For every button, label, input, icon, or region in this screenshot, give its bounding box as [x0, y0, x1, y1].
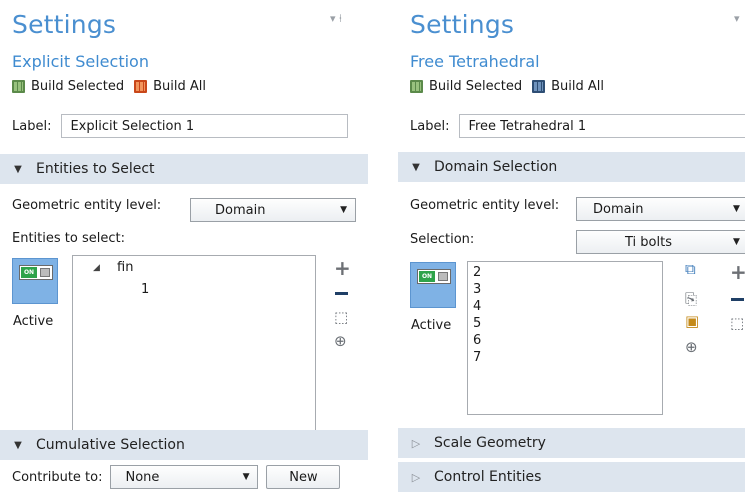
cumulative-selection-block: ▼ Cumulative Selection Contribute to: No… — [0, 430, 368, 492]
active-label: Active — [411, 318, 452, 333]
clear-selection-icon[interactable]: ⬚ — [730, 316, 744, 331]
remove-icon[interactable] — [335, 292, 348, 295]
build-selected-button[interactable]: Build Selected — [410, 79, 522, 94]
panel-title: Settings — [410, 10, 515, 39]
label-input[interactable]: Free Tetrahedral 1 — [459, 114, 745, 138]
build-all-icon — [134, 79, 148, 93]
section-title: Domain Selection — [434, 159, 558, 175]
section-title: Scale Geometry — [434, 435, 546, 451]
build-selected-label: Build Selected — [31, 78, 125, 94]
tree-parent-item[interactable]: fin — [117, 260, 133, 275]
section-entities-to-select[interactable]: ▼ Entities to Select — [0, 154, 368, 184]
geometric-entity-level-caption: Geometric entity level: — [12, 198, 162, 213]
entities-to-select-caption: Entities to select: — [12, 231, 125, 246]
active-toggle-button[interactable]: ON — [12, 258, 58, 304]
tree-child-item[interactable]: 1 — [141, 282, 149, 297]
zoom-to-selection-icon[interactable]: ⊕ — [334, 334, 347, 349]
contribute-caption: Contribute to: — [12, 469, 103, 485]
expand-triangle-icon: ▷ — [411, 470, 421, 484]
label-caption: Label: — [410, 118, 450, 134]
collapse-triangle-icon: ▼ — [14, 163, 22, 175]
selection-tree-list[interactable]: ◢ fin 1 — [72, 255, 316, 437]
section-scale-geometry[interactable]: ▷ Scale Geometry — [398, 428, 745, 458]
expand-triangle-icon[interactable]: ◢ — [93, 263, 100, 273]
select-value: None — [125, 469, 160, 485]
build-selected-button[interactable]: Build Selected — [12, 79, 124, 94]
build-all-button[interactable]: Build All — [532, 79, 604, 94]
settings-panel-explicit-selection: Settings ▾ ⍿ Explicit Selection Build Se… — [0, 0, 368, 492]
build-toolbar: Build Selected Build All — [12, 76, 206, 96]
section-domain-selection[interactable]: ▼ Domain Selection — [398, 152, 745, 182]
settings-panel-free-tetrahedral: Settings ▾ Free Tetrahedral Build Select… — [398, 0, 745, 492]
collapse-triangle-icon: ▼ — [14, 439, 22, 451]
list-item[interactable]: 6 — [473, 333, 481, 348]
clear-selection-icon[interactable]: ⬚ — [334, 310, 348, 325]
chevron-down-icon: ▼ — [733, 204, 740, 214]
section-title: Cumulative Selection — [36, 437, 185, 453]
section-cumulative-selection-bar[interactable]: ▼ Cumulative Selection — [0, 430, 368, 460]
panel-title: Settings — [12, 10, 117, 39]
clipboard-icon[interactable]: ▣ — [685, 314, 699, 329]
geometric-entity-level-caption: Geometric entity level: — [410, 198, 559, 213]
list-item[interactable]: 4 — [473, 299, 481, 314]
pin-icon[interactable]: ▾ — [734, 12, 740, 25]
caption-text: Geometric entity level: — [410, 198, 560, 213]
expand-triangle-icon: ▷ — [411, 436, 421, 450]
add-icon[interactable]: + — [334, 258, 351, 278]
label-input[interactable]: Explicit Selection 1 — [61, 114, 349, 138]
build-selected-icon — [410, 79, 423, 93]
geometric-entity-level-row: Geometric entity level: — [12, 198, 161, 213]
build-all-button[interactable]: Build All — [134, 79, 206, 94]
build-all-label: Build All — [551, 78, 605, 94]
node-type-title: Free Tetrahedral — [410, 52, 540, 71]
select-value: Ti bolts — [625, 234, 672, 250]
section-control-entities[interactable]: ▷ Control Entities — [398, 462, 745, 492]
active-toggle-button[interactable]: ON — [410, 262, 456, 308]
active-label: Active — [13, 314, 54, 329]
chevron-down-icon: ▼ — [340, 205, 347, 215]
build-selected-icon — [12, 79, 25, 93]
build-selected-label: Build Selected — [429, 78, 523, 94]
contribute-row: Contribute to: None ▼ New — [12, 465, 341, 489]
on-switch-icon: ON — [19, 265, 53, 280]
caption-text: Selection: — [410, 232, 475, 247]
geometric-entity-level-select[interactable]: Domain ▼ — [576, 197, 745, 221]
add-icon[interactable]: + — [730, 262, 745, 282]
list-item[interactable]: 2 — [473, 265, 481, 280]
select-value: Domain — [215, 202, 266, 218]
collapse-triangle-icon: ▼ — [412, 161, 420, 173]
build-all-label: Build All — [153, 78, 207, 94]
section-title: Control Entities — [434, 469, 542, 485]
switch-knob — [438, 272, 448, 281]
node-type-title: Explicit Selection — [12, 52, 149, 71]
label-caption: Label: — [12, 118, 52, 134]
domain-selection-list[interactable]: 2 3 4 5 6 7 — [467, 261, 663, 415]
pin-icon[interactable]: ▾ ⍿ — [330, 12, 342, 26]
named-selection-select[interactable]: Ti bolts ▼ — [576, 230, 745, 254]
switch-knob — [40, 268, 50, 277]
select-value: Domain — [593, 201, 644, 217]
copy-icon[interactable]: ⎘ — [685, 292, 697, 307]
entities-caption-text: Entities to select: — [12, 231, 125, 246]
list-item[interactable]: 3 — [473, 282, 481, 297]
list-item[interactable]: 5 — [473, 316, 481, 331]
section-title: Entities to Select — [36, 161, 155, 177]
on-text: ON — [21, 267, 37, 278]
contribute-select[interactable]: None ▼ — [110, 465, 259, 489]
list-item[interactable]: 7 — [473, 350, 481, 365]
chevron-down-icon: ▼ — [242, 472, 250, 482]
new-button[interactable]: New — [266, 465, 341, 489]
paste-selection-icon[interactable]: ⧉ — [685, 262, 696, 277]
build-all-icon — [532, 79, 546, 93]
build-toolbar: Build Selected Build All — [410, 76, 604, 96]
geometric-entity-level-select[interactable]: Domain ▼ — [190, 198, 356, 222]
label-row: Label: Free Tetrahedral 1 — [410, 114, 745, 138]
zoom-to-selection-icon[interactable]: ⊕ — [685, 340, 698, 355]
remove-icon[interactable] — [731, 298, 744, 301]
label-row: Label: Explicit Selection 1 — [12, 114, 349, 138]
on-switch-icon: ON — [417, 269, 451, 284]
selection-caption: Selection: — [410, 232, 474, 247]
on-text: ON — [419, 271, 435, 282]
chevron-down-icon: ▼ — [733, 237, 740, 247]
